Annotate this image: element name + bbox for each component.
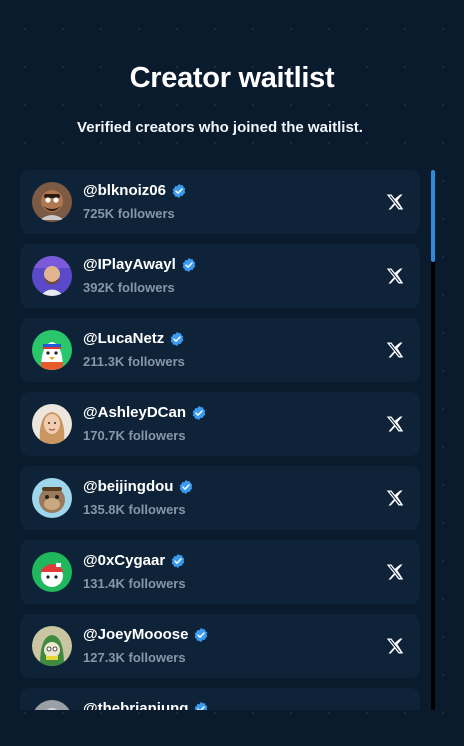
page-subtitle: Verified creators who joined the waitlis… <box>77 119 363 136</box>
woman-avatar <box>32 404 72 444</box>
follower-count: 127.3K followers <box>83 650 186 665</box>
verified-badge-icon <box>193 627 209 643</box>
purple-man-avatar <box>32 256 72 296</box>
penguin-avatar <box>32 330 72 370</box>
x-logo-icon[interactable] <box>386 341 404 359</box>
handle-line: @blknoiz06 <box>83 182 187 199</box>
gray-avatar <box>32 700 72 710</box>
creator-handle[interactable]: @AshleyDCan <box>83 404 186 421</box>
verified-badge-icon <box>170 553 186 569</box>
follower-count: 131.4K followers <box>83 576 186 591</box>
creator-handle[interactable]: @IPlayAwayl <box>83 256 176 273</box>
verified-badge-icon <box>169 331 185 347</box>
creator-handle[interactable]: @LucaNetz <box>83 330 164 347</box>
x-logo-icon[interactable] <box>386 563 404 581</box>
verified-badge-icon <box>178 479 194 495</box>
creator-row[interactable]: @AshleyDCan 170.7K followers <box>20 392 420 456</box>
ape-avatar <box>32 478 72 518</box>
creator-handle[interactable]: @beijingdou <box>83 478 173 495</box>
creator-row[interactable]: @thebrianjung <box>20 688 420 710</box>
handle-line: @beijingdou <box>83 478 194 495</box>
page-title: Creator waitlist <box>129 62 335 94</box>
creator-handle[interactable]: @JoeyMooose <box>83 626 188 643</box>
creator-row[interactable]: @0xCygaar 131.4K followers <box>20 540 420 604</box>
x-logo-icon[interactable] <box>386 415 404 433</box>
creator-row[interactable]: @blknoiz06 725K followers <box>20 170 420 234</box>
verified-badge-icon <box>191 405 207 421</box>
handle-line: @IPlayAwayl <box>83 256 197 273</box>
creator-row[interactable]: @IPlayAwayl 392K followers <box>20 244 420 308</box>
handle-line: @JoeyMooose <box>83 626 209 643</box>
creator-handle[interactable]: @thebrianjung <box>83 700 188 710</box>
follower-count: 211.3K followers <box>83 354 185 369</box>
handle-line: @LucaNetz <box>83 330 185 347</box>
verified-badge-icon <box>171 183 187 199</box>
x-logo-icon[interactable] <box>386 193 404 211</box>
creator-handle[interactable]: @blknoiz06 <box>83 182 166 199</box>
creator-list[interactable]: @blknoiz06 725K followers @IPlayAwayl 392K … <box>20 170 420 710</box>
follower-count: 135.8K followers <box>83 502 186 517</box>
creator-row[interactable]: @beijingdou 135.8K followers <box>20 466 420 530</box>
scrollbar-thumb[interactable] <box>431 170 435 262</box>
x-logo-icon[interactable] <box>386 637 404 655</box>
x-logo-icon[interactable] <box>386 267 404 285</box>
creator-row[interactable]: @LucaNetz 211.3K followers <box>20 318 420 382</box>
bearded-man-avatar <box>32 182 72 222</box>
creator-handle[interactable]: @0xCygaar <box>83 552 165 569</box>
handle-line: @AshleyDCan <box>83 404 207 421</box>
follower-count: 725K followers <box>83 206 175 221</box>
scrollbar[interactable] <box>431 170 435 710</box>
creator-row[interactable]: @JoeyMooose 127.3K followers <box>20 614 420 678</box>
follower-count: 392K followers <box>83 280 175 295</box>
handle-line: @0xCygaar <box>83 552 186 569</box>
x-logo-icon[interactable] <box>386 489 404 507</box>
red-cap-avatar <box>32 552 72 592</box>
handle-line: @thebrianjung <box>83 700 209 710</box>
follower-count: 170.7K followers <box>83 428 186 443</box>
verified-badge-icon <box>193 701 209 710</box>
verified-badge-icon <box>181 257 197 273</box>
green-hood-avatar <box>32 626 72 666</box>
